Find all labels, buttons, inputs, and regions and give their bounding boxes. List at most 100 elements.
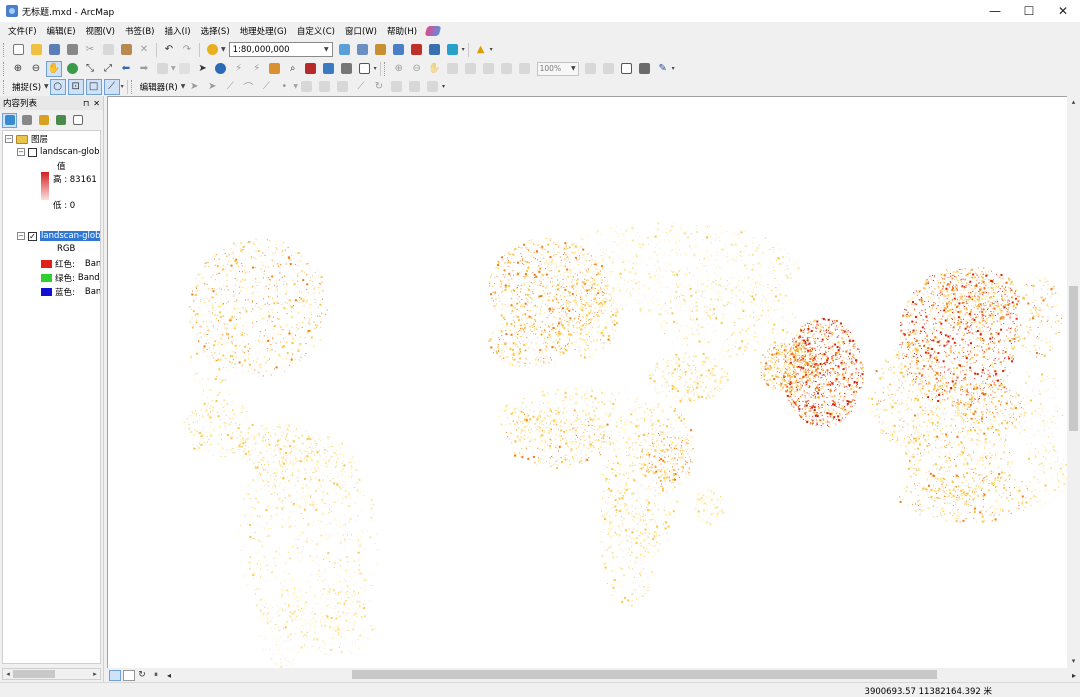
data-driven-pages-icon[interactable] xyxy=(637,61,653,77)
select-by-rectangle-icon[interactable] xyxy=(154,61,170,77)
scroll-thumb[interactable] xyxy=(1069,286,1078,431)
change-layout-icon[interactable] xyxy=(619,61,635,77)
fixed-zoom-in-icon[interactable]: ⤡ xyxy=(82,61,98,77)
rotate-tool-icon[interactable]: ↻ xyxy=(371,79,387,95)
zoom-whole-page-icon[interactable] xyxy=(445,61,461,77)
split-tool-icon[interactable]: ⟋ xyxy=(353,79,369,95)
edit-vertices-icon[interactable] xyxy=(299,79,315,95)
maximize-button[interactable]: ☐ xyxy=(1012,0,1046,22)
construction-dropdown-icon[interactable]: ▼ xyxy=(293,83,298,90)
edge-snapping-icon[interactable]: ⟋ xyxy=(103,78,120,95)
html-popup-icon[interactable]: ⚡ xyxy=(231,61,247,77)
layout-back-extent-icon[interactable] xyxy=(517,61,533,77)
redo-icon[interactable]: ↷ xyxy=(179,42,195,58)
menu-insert[interactable]: 插入(I) xyxy=(159,25,195,37)
collapse-icon[interactable]: − xyxy=(17,148,25,156)
search-window-icon[interactable] xyxy=(391,42,407,58)
scroll-right-icon[interactable]: ▸ xyxy=(90,670,100,678)
collapse-icon[interactable]: − xyxy=(5,135,13,143)
toolbar-grip[interactable] xyxy=(3,42,6,57)
trace-icon[interactable]: ⟋ xyxy=(258,79,274,95)
layout-fixed-zoom-in-icon[interactable] xyxy=(481,61,497,77)
menu-view[interactable]: 视图(V) xyxy=(81,25,120,37)
sketch-properties-icon[interactable] xyxy=(407,79,423,95)
toolbar-overflow-icon[interactable]: ▾ xyxy=(672,65,675,72)
layout-zoom-in-icon[interactable]: ⊕ xyxy=(391,61,407,77)
layer-visibility-checkbox[interactable]: ✓ xyxy=(28,231,37,241)
delete-icon[interactable]: ✕ xyxy=(136,42,152,58)
toolbar-grip[interactable] xyxy=(3,61,6,76)
select-elements-arrow-icon[interactable]: ➤ xyxy=(195,61,211,77)
list-by-visibility-icon[interactable] xyxy=(36,113,51,128)
layer-landscan-2[interactable]: − ✓ landscan-glob xyxy=(17,231,100,241)
point-icon[interactable]: • xyxy=(276,79,292,95)
toc-horizontal-scrollbar[interactable]: ◂ ▸ xyxy=(2,668,101,680)
paste-icon[interactable] xyxy=(118,42,134,58)
add-data-icon[interactable] xyxy=(204,42,220,58)
edit-annotation-icon[interactable]: ➤ xyxy=(204,79,220,95)
refresh-icon[interactable]: ↻ xyxy=(136,667,148,683)
minimize-button[interactable]: — xyxy=(978,0,1012,22)
toolbar-grip[interactable] xyxy=(130,79,134,94)
layout-zoom-out-icon[interactable]: ⊖ xyxy=(409,61,425,77)
fixed-zoom-out-icon[interactable]: ⤢ xyxy=(100,61,116,77)
find-route-icon[interactable] xyxy=(303,61,319,77)
editor-toolbar-icon[interactable] xyxy=(337,42,353,58)
layout-fixed-zoom-out-icon[interactable] xyxy=(499,61,515,77)
list-by-selection-icon[interactable] xyxy=(53,113,68,128)
edit-tool-icon[interactable]: ➤ xyxy=(186,79,202,95)
time-slider-icon[interactable] xyxy=(339,61,355,77)
open-folder-icon[interactable] xyxy=(28,42,44,58)
layer-landscan-1[interactable]: − landscan-glob xyxy=(17,147,99,157)
scroll-thumb[interactable] xyxy=(352,670,937,679)
toolbar-overflow-icon[interactable]: ▾ xyxy=(374,65,377,72)
undo-icon[interactable]: ↶ xyxy=(161,42,177,58)
new-document-icon[interactable] xyxy=(10,42,26,58)
chevron-down-icon[interactable]: ▼ xyxy=(44,83,49,90)
add-data-dropdown-icon[interactable]: ▼ xyxy=(221,46,226,53)
scroll-left-icon[interactable]: ◂ xyxy=(3,670,13,678)
reshape-feature-icon[interactable] xyxy=(317,79,333,95)
layout-view-icon[interactable] xyxy=(123,669,135,681)
menu-edit[interactable]: 编辑(E) xyxy=(42,25,81,37)
menu-file[interactable]: 文件(F) xyxy=(3,25,42,37)
table-of-contents-icon[interactable] xyxy=(355,42,371,58)
cut-polygons-icon[interactable] xyxy=(335,79,351,95)
menu-help[interactable]: 帮助(H) xyxy=(382,25,422,37)
clear-selection-icon[interactable] xyxy=(177,61,193,77)
endpoint-arc-icon[interactable]: ⌒ xyxy=(240,79,256,95)
toolbar-overflow-icon[interactable]: ▾ xyxy=(490,46,493,53)
collapse-icon[interactable]: − xyxy=(17,232,25,240)
focus-data-frame-icon[interactable] xyxy=(601,61,617,77)
goto-xy-icon[interactable] xyxy=(321,61,337,77)
forward-extent-icon[interactable]: ➡ xyxy=(136,61,152,77)
menu-windows[interactable]: 窗口(W) xyxy=(340,25,382,37)
arctoolbox-icon[interactable] xyxy=(409,42,425,58)
close-button[interactable]: ✕ xyxy=(1046,0,1080,22)
zoom-out-icon[interactable]: ⊖ xyxy=(28,61,44,77)
point-snapping-icon[interactable]: ○ xyxy=(49,78,66,95)
pause-drawing-icon[interactable]: ⏸ xyxy=(150,667,162,683)
layout-pan-icon[interactable]: ✋ xyxy=(427,61,443,77)
scroll-up-icon[interactable]: ▴ xyxy=(1067,96,1080,109)
toc-options-icon[interactable] xyxy=(70,113,85,128)
chevron-down-icon[interactable]: ▼ xyxy=(181,83,186,90)
toggle-draft-mode-icon[interactable] xyxy=(583,61,599,77)
identify-icon[interactable] xyxy=(213,61,229,77)
layer-visibility-checkbox[interactable] xyxy=(28,147,37,157)
layout-zoom-combo[interactable]: 100% ▼ xyxy=(536,61,579,76)
eraser-icon[interactable] xyxy=(424,26,442,36)
map-scale-combo[interactable]: 1:80,000,000 ▼ xyxy=(228,42,333,57)
end-snapping-icon[interactable]: ⊡ xyxy=(67,78,84,95)
pen-icon[interactable]: ✎ xyxy=(655,61,671,77)
python-window-icon[interactable] xyxy=(427,42,443,58)
attributes-icon[interactable] xyxy=(389,79,405,95)
map-display[interactable] xyxy=(107,96,1067,668)
find-binoculars-icon[interactable]: ⌕ xyxy=(285,61,301,77)
warning-icon[interactable]: ▲ xyxy=(473,42,489,58)
map-vertical-scrollbar[interactable]: ▴ ▾ xyxy=(1067,96,1080,668)
pan-hand-icon[interactable]: ✋ xyxy=(46,60,62,77)
toolbar-grip[interactable] xyxy=(3,79,6,94)
create-features-icon[interactable] xyxy=(425,79,441,95)
editor-menu[interactable]: 编辑器(R) xyxy=(137,81,181,93)
